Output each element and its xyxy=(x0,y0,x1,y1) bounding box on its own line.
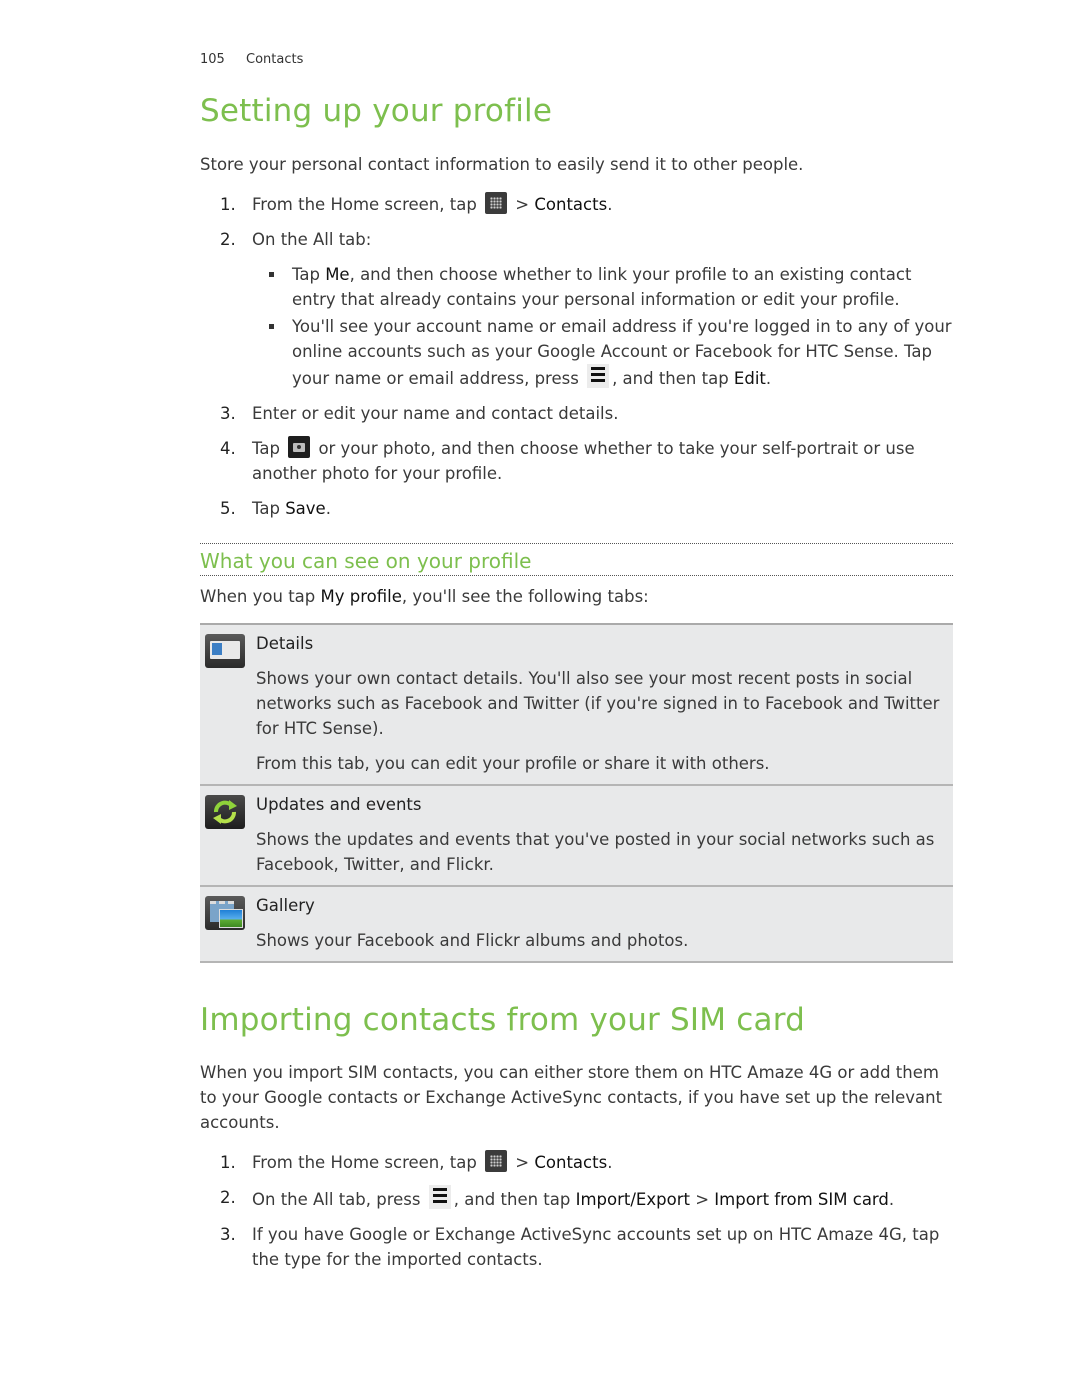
step-text: . xyxy=(888,1190,895,1209)
step-text: > xyxy=(510,195,535,214)
step-text: From the Home screen, tap xyxy=(252,195,477,214)
dotted-divider xyxy=(200,575,953,576)
step-number: 1. xyxy=(220,1153,236,1172)
step-1: 1. From the Home screen, tap > Contacts. xyxy=(200,1150,953,1175)
apps-grid-icon xyxy=(485,192,508,214)
bullet-text: , and then choose whether to link your p… xyxy=(292,265,912,309)
gallery-icon xyxy=(205,896,245,930)
intro-text: , you'll see the following tabs: xyxy=(401,587,649,606)
section-title-setting-up-profile: Setting up your profile xyxy=(200,93,553,129)
tab-title: Updates and events xyxy=(256,795,422,814)
step-number: 4. xyxy=(220,439,236,458)
apps-grid-icon xyxy=(485,1150,508,1172)
details-icon xyxy=(205,634,245,668)
tab-description: Shows your own contact details. You'll a… xyxy=(256,669,940,738)
ui-label-contacts: Contacts xyxy=(534,195,608,214)
step-text: > xyxy=(510,1153,535,1172)
step-number: 3. xyxy=(220,404,236,423)
step-3: 3. Enter or edit your name and contact d… xyxy=(200,401,953,426)
ui-label-import-export: Import/Export xyxy=(575,1190,690,1209)
section2-steps: 1. From the Home screen, tap > Contacts.… xyxy=(200,1150,953,1272)
subsection: What you can see on your profile When yo… xyxy=(200,543,953,963)
dotted-divider xyxy=(200,543,953,544)
chapter-name: Contacts xyxy=(246,52,304,67)
step-number: 2. xyxy=(220,230,236,249)
tab-description: Shows the updates and events that you've… xyxy=(256,830,935,874)
tab-description: Shows your Facebook and Flickr albums an… xyxy=(256,931,689,950)
bullet-square-icon xyxy=(269,272,274,277)
step-text: Tap xyxy=(252,439,280,458)
ui-label-edit: Edit xyxy=(733,369,766,388)
tab-row-updates-and-events: Updates and events Shows the updates and… xyxy=(200,786,953,887)
menu-icon xyxy=(587,364,610,388)
tab-description: From this tab, you can edit your profile… xyxy=(256,754,770,773)
running-header: 105 Contacts xyxy=(200,52,303,67)
step-5: 5. Tap Save. xyxy=(200,496,953,521)
section1-body: Store your personal contact information … xyxy=(200,152,953,531)
ui-label-save: Save xyxy=(285,499,326,518)
ui-label-import-from-sim: Import from SIM card xyxy=(714,1190,889,1209)
section1-intro: Store your personal contact information … xyxy=(200,155,804,174)
ui-label-my-profile: My profile xyxy=(320,587,402,606)
section2-intro: When you import SIM contacts, you can ei… xyxy=(200,1063,943,1132)
bullet-text: , and then tap xyxy=(612,369,734,388)
camera-icon xyxy=(288,436,311,458)
page-number: 105 xyxy=(200,52,225,67)
step-2: 2. On the All tab, press , and then tap … xyxy=(200,1185,953,1212)
step-text: , and then tap xyxy=(453,1190,576,1209)
step-text: If you have Google or Exchange ActiveSyn… xyxy=(252,1225,940,1269)
updates-icon xyxy=(205,795,245,829)
tab-title: Gallery xyxy=(256,896,315,915)
step-text: On the All tab: xyxy=(252,230,372,249)
ui-label-me: Me xyxy=(325,265,350,284)
step-2-bullets: Tap Me, and then choose whether to link … xyxy=(252,262,953,391)
tab-row-gallery: Gallery Shows your Facebook and Flickr a… xyxy=(200,887,953,963)
tab-row-details: Details Shows your own contact details. … xyxy=(200,625,953,786)
step-number: 3. xyxy=(220,1225,236,1244)
step-number: 2. xyxy=(220,1188,236,1207)
step-text: . xyxy=(607,1153,613,1172)
section-title-importing-contacts: Importing contacts from your SIM card xyxy=(200,1002,805,1038)
subsection-title: What you can see on your profile xyxy=(200,549,532,573)
section2-body: When you import SIM contacts, you can ei… xyxy=(200,1060,953,1282)
step-number: 5. xyxy=(220,499,236,518)
bullet-text: . xyxy=(765,369,772,388)
menu-icon xyxy=(428,1185,451,1209)
step-2: 2. On the All tab: Tap Me, and then choo… xyxy=(200,227,953,391)
tab-title: Details xyxy=(256,634,314,653)
bullet-square-icon xyxy=(269,324,274,329)
step-3: 3. If you have Google or Exchange Active… xyxy=(200,1222,953,1272)
intro-text: When you tap xyxy=(200,587,321,606)
bullet-item: You'll see your account name or email ad… xyxy=(252,314,953,391)
step-text: Enter or edit your name and contact deta… xyxy=(252,404,619,423)
step-text: Tap xyxy=(252,499,286,518)
subsection-intro: When you tap My profile, you'll see the … xyxy=(200,584,953,609)
section1-steps: 1. From the Home screen, tap > Contacts.… xyxy=(200,192,953,521)
step-text: > xyxy=(689,1190,715,1209)
step-text: . xyxy=(325,499,331,518)
bullet-text: Tap xyxy=(292,265,326,284)
bullet-item: Tap Me, and then choose whether to link … xyxy=(252,262,953,312)
step-text: From the Home screen, tap xyxy=(252,1153,477,1172)
step-text: or your photo, and then choose whether t… xyxy=(252,439,915,483)
step-1: 1. From the Home screen, tap > Contacts. xyxy=(200,192,953,217)
step-text: On the All tab, press xyxy=(252,1190,421,1209)
ui-label-contacts: Contacts xyxy=(534,1153,608,1172)
profile-tabs-table: Details Shows your own contact details. … xyxy=(200,623,953,963)
step-number: 1. xyxy=(220,195,236,214)
step-text: . xyxy=(607,195,613,214)
step-4: 4. Tap or your photo, and then choose wh… xyxy=(200,436,953,486)
